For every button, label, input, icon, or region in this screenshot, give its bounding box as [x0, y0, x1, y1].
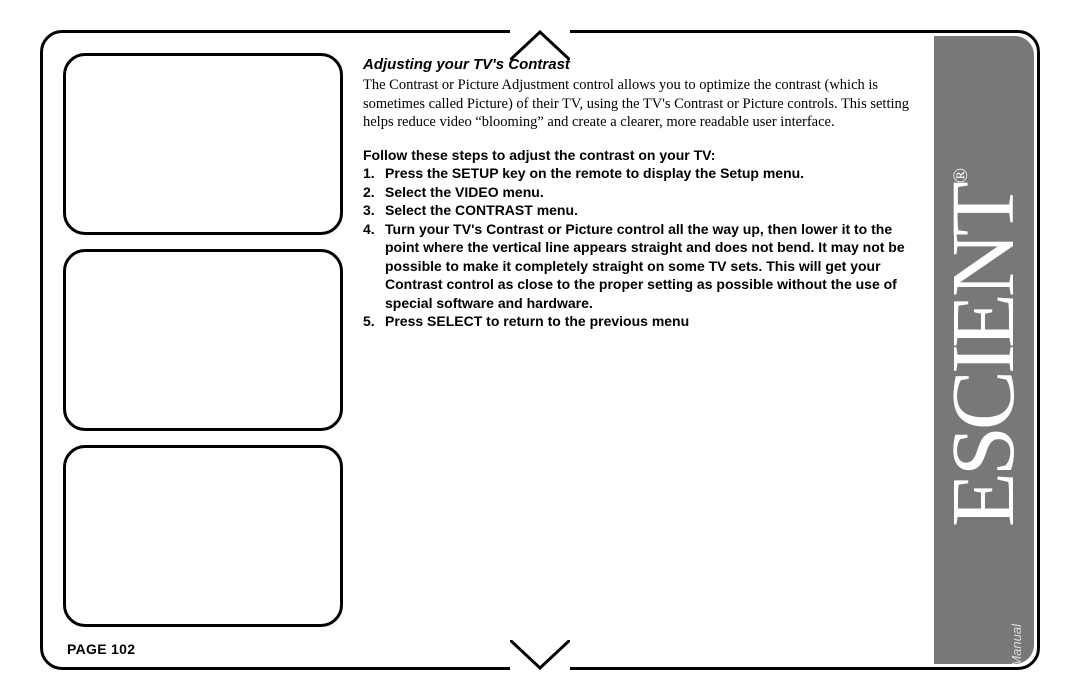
step-text: Press the SETUP key on the remote to dis…: [385, 164, 922, 182]
bottom-tab-notch: [510, 640, 570, 670]
step-text: Select the VIDEO menu.: [385, 183, 922, 201]
step-number: 4.: [363, 220, 385, 312]
brand-sidebar: ESCIENT® FireBall™ DVDM-300 User's Manua…: [934, 36, 1034, 664]
steps-block: Follow these steps to adjust the contras…: [363, 146, 922, 331]
content-area: Adjusting your TV's Contrast The Contras…: [63, 53, 922, 627]
step-text: Press SELECT to return to the previous m…: [385, 312, 922, 330]
step-text: Select the CONTRAST menu.: [385, 201, 922, 219]
intro-paragraph: The Contrast or Picture Adjustment contr…: [363, 76, 922, 132]
illustration-box-2: [63, 249, 343, 431]
step-item: 1. Press the SETUP key on the remote to …: [363, 164, 922, 182]
registered-icon: ®: [951, 171, 974, 182]
section-heading: Adjusting your TV's Contrast: [363, 55, 922, 74]
illustration-box-1: [63, 53, 343, 235]
manual-page: Adjusting your TV's Contrast The Contras…: [0, 0, 1080, 698]
step-number: 5.: [363, 312, 385, 330]
product-tail: User's Manual: [1009, 624, 1024, 664]
illustration-box-3: [63, 445, 343, 627]
page-number: PAGE 102: [67, 641, 135, 657]
step-text: Turn your TV's Contrast or Picture contr…: [385, 220, 922, 312]
step-number: 1.: [363, 164, 385, 182]
text-column: Adjusting your TV's Contrast The Contras…: [363, 55, 922, 331]
step-item: 2. Select the VIDEO menu.: [363, 183, 922, 201]
steps-lead: Follow these steps to adjust the contras…: [363, 146, 922, 164]
step-number: 2.: [363, 183, 385, 201]
step-item: 5. Press SELECT to return to the previou…: [363, 312, 922, 330]
step-item: 4. Turn your TV's Contrast or Picture co…: [363, 220, 922, 312]
page-frame: Adjusting your TV's Contrast The Contras…: [40, 30, 1040, 670]
illustration-column: [63, 53, 343, 627]
step-number: 3.: [363, 201, 385, 219]
step-item: 3. Select the CONTRAST menu.: [363, 201, 922, 219]
product-line: FireBall™ DVDM-300 User's Manual: [1008, 36, 1026, 664]
